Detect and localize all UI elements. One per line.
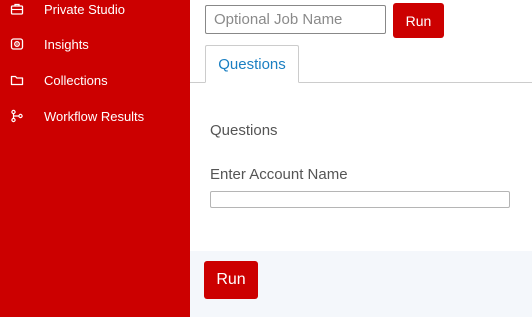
sidebar: Private Studio Insights Collections Work…: [0, 0, 190, 317]
sidebar-item-workflow-results[interactable]: Workflow Results: [0, 101, 190, 131]
questions-heading: Questions: [210, 122, 278, 139]
sidebar-item-label: Workflow Results: [44, 108, 145, 124]
briefcase-icon: [9, 1, 25, 17]
eye-icon: [9, 36, 25, 52]
job-name-input[interactable]: [205, 5, 386, 34]
sidebar-item-label: Insights: [44, 36, 89, 52]
tab-questions[interactable]: Questions: [205, 45, 299, 83]
sidebar-item-label: Private Studio: [44, 1, 125, 17]
main-panel: Run Questions Questions Enter Account Na…: [190, 0, 532, 317]
sidebar-item-insights[interactable]: Insights: [0, 29, 190, 59]
footer-bar: Run: [190, 251, 532, 317]
sidebar-item-collections[interactable]: Collections: [0, 65, 190, 95]
run-button[interactable]: Run: [204, 261, 258, 299]
account-name-input[interactable]: [210, 191, 510, 208]
account-name-label: Enter Account Name: [210, 166, 348, 183]
run-job-button[interactable]: Run: [393, 3, 444, 38]
workflow-icon: [9, 108, 25, 124]
folder-icon: [9, 72, 25, 88]
sidebar-item-label: Collections: [44, 72, 108, 88]
sidebar-item-private-studio[interactable]: Private Studio: [0, 0, 190, 24]
